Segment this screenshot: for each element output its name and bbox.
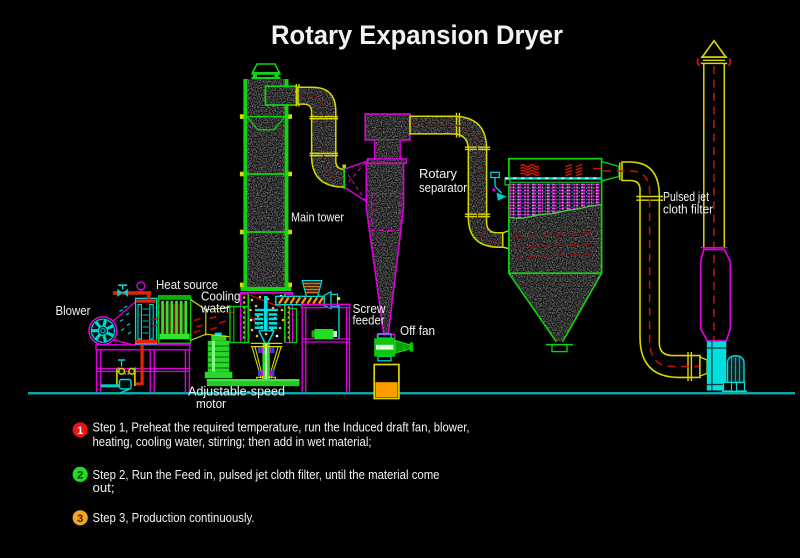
svg-text:water: water: [200, 302, 230, 316]
svg-text:motor: motor: [196, 397, 226, 411]
svg-text:Step 3, Production continuousl: Step 3, Production continuously.: [93, 510, 255, 525]
svg-text:Step 1, Preheat the required t: Step 1, Preheat the required temperature…: [93, 420, 470, 435]
svg-text:2: 2: [77, 469, 83, 481]
svg-text:Rotary: Rotary: [419, 167, 458, 181]
svg-text:Off fan: Off fan: [400, 324, 435, 338]
svg-text:Step 2, Run the Feed in, pulse: Step 2, Run the Feed in, pulsed jet clot…: [93, 467, 440, 482]
svg-text:heating, cooling water, stirri: heating, cooling water, stirring; then a…: [93, 434, 372, 449]
svg-text:Blower: Blower: [56, 304, 91, 318]
svg-text:1: 1: [77, 425, 83, 437]
svg-text:out;: out;: [93, 480, 115, 495]
svg-text:3: 3: [77, 513, 83, 525]
svg-text:Main tower: Main tower: [291, 211, 344, 225]
svg-text:cloth filter: cloth filter: [663, 203, 713, 217]
svg-text:feeder: feeder: [353, 314, 385, 328]
svg-text:separator: separator: [419, 181, 467, 195]
svg-text:Rotary Expansion Dryer: Rotary Expansion Dryer: [271, 20, 563, 50]
